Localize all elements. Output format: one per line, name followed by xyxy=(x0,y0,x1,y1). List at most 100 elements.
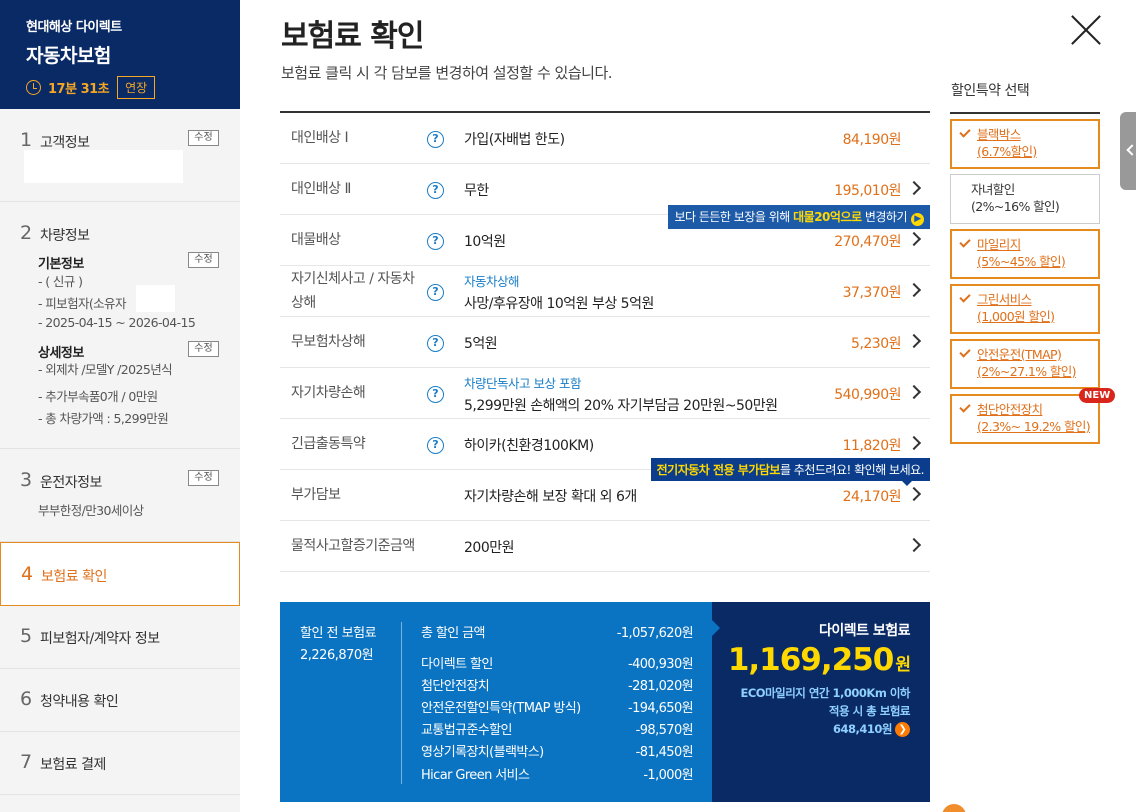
step-title: 피보험자/계약자 정보 xyxy=(40,631,160,647)
discount-option-rate: (2%~16% 할인) xyxy=(971,199,1060,214)
eco-value: 648,410원 xyxy=(833,722,892,736)
check-icon xyxy=(959,346,971,358)
check-icon xyxy=(959,236,971,248)
chevron-right-icon[interactable] xyxy=(906,486,922,502)
arrow-right-circle-icon: ▶ xyxy=(911,213,924,226)
floating-button[interactable] xyxy=(942,804,966,812)
coverage-value-text: 10억원 xyxy=(464,233,506,250)
edit-basic-info-button[interactable]: 수정 xyxy=(188,252,219,268)
coverage-price[interactable]: 84,190원 xyxy=(843,113,902,164)
discount-option-blackbox[interactable]: 블랙박스 (6.7%할인) xyxy=(950,119,1100,169)
side-panel-toggle[interactable] xyxy=(1120,112,1136,190)
edit-detail-info-button[interactable]: 수정 xyxy=(188,341,219,357)
coverage-row: 자기차량손해 ? 차량단독사고 보상 포함 5,299만원 손해액의 20% 자… xyxy=(280,368,930,419)
step-title: 보험료 결제 xyxy=(40,757,106,773)
discount-option-mileage[interactable]: 마일리지 (5%~45% 할인) xyxy=(950,229,1100,279)
chevron-right-icon[interactable] xyxy=(906,282,922,298)
coverage-note: 자동차상해 xyxy=(464,273,520,289)
coverage-row: 대인배상 Ⅱ ? 무한 195,010원 보다 든든한 보장을 위해 대물20억… xyxy=(280,164,930,229)
help-icon[interactable]: ? xyxy=(427,386,444,403)
discount-option-name: 마일리지 xyxy=(977,237,1021,252)
chevron-right-icon[interactable] xyxy=(906,537,922,553)
chevron-right-icon[interactable] xyxy=(906,231,922,247)
check-icon xyxy=(959,401,971,413)
step-application-review[interactable]: 6 청약내용 확인 xyxy=(0,669,240,732)
discount-label: 첨단안전장치 xyxy=(421,679,490,694)
close-icon[interactable] xyxy=(1068,12,1104,48)
tip-highlight: 전기자동차 전용 부가담보 xyxy=(656,463,781,477)
chevron-right-icon[interactable] xyxy=(906,333,922,349)
step-driver-info[interactable]: 3 운전자정보 수정 부부한정/만30세이상 xyxy=(0,449,240,542)
discount-panel-divider xyxy=(950,112,1100,114)
coverage-label: 자기차량손해 xyxy=(291,384,366,401)
coverage-value: 200만원 xyxy=(464,521,514,572)
upgrade-tip-banner[interactable]: 보다 든든한 보장을 위해 대물20억으로 변경하기 ▶ xyxy=(668,205,930,229)
discount-option-rate: (2.3%~ 19.2% 할인) xyxy=(977,419,1091,434)
coverage-value: 하이카(친환경100KM) xyxy=(464,419,594,470)
step-vehicle-info[interactable]: 2 차량정보 기본정보 수정 - ( 신규 ) - 피보험자(소유자 - 202… xyxy=(0,202,240,449)
coverage-price[interactable]: 37,370원 xyxy=(843,266,902,317)
help-icon[interactable]: ? xyxy=(427,182,444,199)
eco-line: 적용 시 총 보험료 xyxy=(828,704,911,718)
step-payment[interactable]: 7 보험료 결제 xyxy=(0,732,240,795)
help-icon[interactable]: ? xyxy=(427,233,444,250)
discount-amount: -98,570원 xyxy=(635,723,694,738)
coverage-value: 무한 xyxy=(464,164,489,215)
chevron-right-icon[interactable] xyxy=(906,384,922,400)
discount-amount: -81,450원 xyxy=(635,745,694,760)
chevron-right-icon[interactable] xyxy=(906,180,922,196)
discount-option-child[interactable]: 자녀할인 (2%~16% 할인) xyxy=(950,174,1100,224)
discount-row: Hicar Green 서비스 -1,000원 xyxy=(421,764,694,783)
discount-amount: -281,020원 xyxy=(627,679,694,694)
total-discount-row: 총 할인 금액 -1,057,620원 xyxy=(421,622,694,641)
extend-session-button[interactable]: 연장 xyxy=(117,76,156,99)
discount-row: 다이렉트 할인 -400,930원 xyxy=(421,653,694,672)
coverage-price[interactable]: 5,230원 xyxy=(851,317,901,368)
coverage-value-text: 사망/후유장애 10억원 부상 5억원 xyxy=(464,295,654,312)
chevron-right-icon[interactable] xyxy=(906,435,922,451)
coverage-value: 가입(자배법 한도) xyxy=(464,113,565,164)
eco-mileage-info[interactable]: ECO마일리지 연간 1,000Km 이하 적용 시 총 보험료 648,410… xyxy=(740,684,911,738)
check-icon xyxy=(959,291,971,303)
help-icon[interactable]: ? xyxy=(427,284,444,301)
total-discount-value: -1,057,620원 xyxy=(616,626,694,641)
step-premium-check[interactable]: 4 보험료 확인 xyxy=(0,542,240,606)
edit-driver-button[interactable]: 수정 xyxy=(188,470,219,486)
total-discount-label: 총 할인 금액 xyxy=(421,626,485,641)
discount-option-name: 블랙박스 xyxy=(977,127,1021,142)
coverage-value: 5억원 xyxy=(464,317,498,368)
final-premium-unit: 원 xyxy=(895,655,911,675)
tip-text: 보다 든든한 보장을 위해 xyxy=(674,210,794,224)
coverage-value-text: 자기차량손해 보장 확대 외 6개 xyxy=(464,488,637,505)
discount-row: 안전운전할인특약(TMAP 방식) -194,650원 xyxy=(421,697,694,716)
step-number: 2 xyxy=(20,222,33,244)
step-number: 4 xyxy=(21,563,34,585)
edit-customer-button[interactable]: 수정 xyxy=(188,130,219,146)
coverage-value: 차량단독사고 보상 포함 5,299만원 손해액의 20% 자기부담금 20만원… xyxy=(464,368,778,419)
chevron-left-icon xyxy=(1126,144,1136,156)
coverage-table: 대인배상 Ⅰ ? 가입(자배법 한도) 84,190원 대인배상 Ⅱ ? 무한 … xyxy=(280,111,930,572)
step-number: 1 xyxy=(20,129,33,151)
step-customer-info[interactable]: 1 고객정보 수정 xyxy=(0,109,240,202)
arrow-right-circle-icon[interactable]: ❯ xyxy=(895,722,910,737)
final-premium-amount: 1,169,250 원 xyxy=(728,642,911,678)
discount-row: 교통법규준수할인 -98,570원 xyxy=(421,719,694,738)
step-insured-contractor[interactable]: 5 피보험자/계약자 정보 xyxy=(0,606,240,669)
help-icon[interactable]: ? xyxy=(427,131,444,148)
brand-header: 현대해상 다이렉트 자동차보험 17분 31초 연장 xyxy=(0,0,240,109)
help-icon[interactable]: ? xyxy=(427,335,444,352)
discount-option-name: 안전운전(TMAP) xyxy=(977,347,1062,362)
coverage-row: 긴급출동특약 ? 하이카(친환경100KM) 11,820원 전기자동차 전용 … xyxy=(280,419,930,486)
step-title: 보험료 확인 xyxy=(41,569,107,585)
coverage-label: 자기신체사고 / 자동차상해 xyxy=(291,271,415,311)
discount-option-safe-driving[interactable]: 안전운전(TMAP) (2%~27.1% 할인) xyxy=(950,339,1100,389)
coverage-value-text: 5,299만원 손해액의 20% 자기부담금 20만원~50만원 xyxy=(464,397,778,414)
discount-option-green-service[interactable]: 그린서비스 (1,000원 할인) xyxy=(950,284,1100,334)
eco-line: ECO마일리지 연간 1,000Km 이하 xyxy=(740,686,911,700)
help-icon[interactable]: ? xyxy=(427,437,444,454)
step-number: 5 xyxy=(20,625,33,647)
discount-option-adas[interactable]: 첨단안전장치 (2.3%~ 19.2% 할인) xyxy=(950,394,1100,444)
ev-rider-tip-banner[interactable]: 전기자동차 전용 부가담보를 추천드려요! 확인해 보세요. xyxy=(650,458,930,486)
coverage-price[interactable]: 540,990원 xyxy=(834,368,901,419)
new-badge: NEW xyxy=(1079,388,1116,403)
